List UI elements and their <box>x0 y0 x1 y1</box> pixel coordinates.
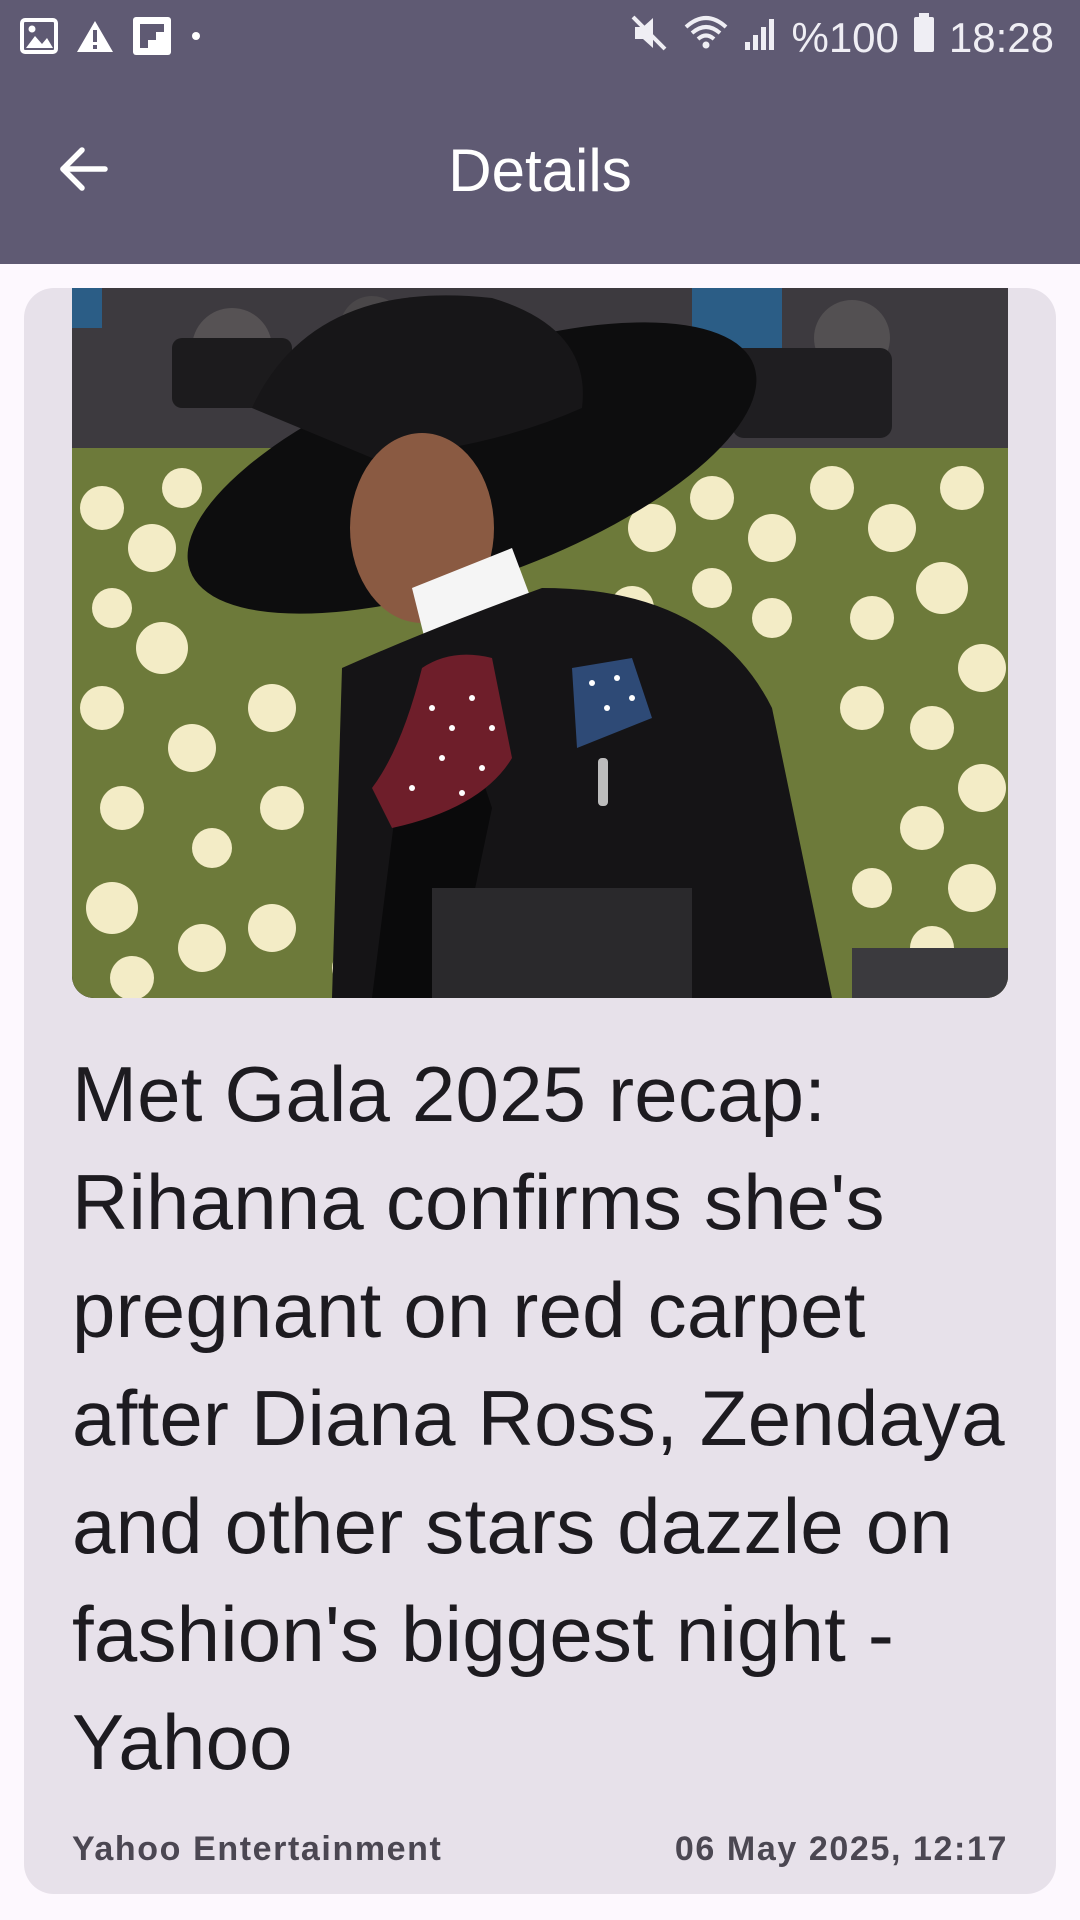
article-headline: Met Gala 2025 recap: Rihanna confirms sh… <box>72 1050 1005 1786</box>
battery-icon <box>913 13 935 63</box>
battery-percent: %100 <box>791 14 899 61</box>
article-card[interactable]: Met Gala 2025 recap: Rihanna confirms sh… <box>24 288 1056 1894</box>
wifi-icon <box>683 13 729 63</box>
status-bar: %100 18:28 <box>0 0 1080 76</box>
app-bar: Details <box>0 76 1080 264</box>
page-title: Details <box>448 137 632 204</box>
signal-icon <box>743 14 777 62</box>
flipboard-icon <box>132 16 172 61</box>
article-date: 06 May 2025, 12:17 <box>674 1830 1008 1868</box>
article-image <box>72 288 1008 998</box>
dot-icon <box>190 29 202 47</box>
article-source: Yahoo Entertainment <box>72 1830 443 1868</box>
warning-icon <box>76 19 114 58</box>
article-meta: Yahoo Entertainment 06 May 2025, 12:17 <box>72 1830 1008 1869</box>
status-bar-system: %100 18:28 <box>629 13 1054 63</box>
status-time: 18:28 <box>948 14 1054 61</box>
image-icon <box>20 17 58 59</box>
mute-icon <box>629 13 669 63</box>
status-bar-notifications <box>20 16 202 61</box>
